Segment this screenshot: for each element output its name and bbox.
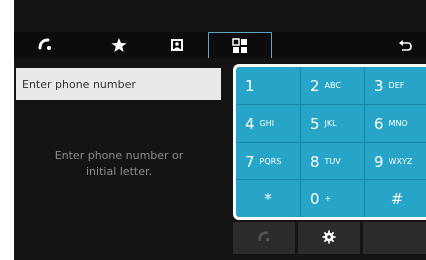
phone-number-input-field[interactable] [16,68,221,100]
keypad-grid-icon [232,37,248,54]
key-6[interactable]: 6 MNO [365,105,426,142]
call-handset-icon [257,229,271,248]
phone-screen: Enter phone number or initial letter. 1 … [14,0,426,260]
back-button[interactable] [390,32,420,58]
key-5[interactable]: 5 JKL [301,105,365,142]
key-9[interactable]: 9 WXYZ [365,143,426,180]
key-0[interactable]: 0 + [301,180,365,217]
key-4[interactable]: 4 GHI [236,105,300,142]
settings-button[interactable] [298,222,360,254]
tab-recent-calls[interactable] [30,32,60,58]
tab-contacts[interactable] [162,32,192,58]
contacts-book-icon [169,37,185,53]
back-arrow-icon [397,38,413,52]
key-1[interactable]: 1 [236,67,300,104]
hint-line-1: Enter phone number or [54,149,184,162]
tab-bar [14,32,426,58]
tab-favorites[interactable] [104,32,134,58]
bottom-action-bar [233,222,426,260]
handset-icon [37,37,53,53]
key-star[interactable]: * [236,180,300,217]
gear-icon [322,229,336,248]
hint-line-2: initial letter. [86,165,152,178]
status-bar [14,0,426,32]
key-8[interactable]: 8 TUV [301,143,365,180]
extra-button[interactable] [363,222,426,254]
tab-keypad[interactable] [208,32,272,58]
key-7[interactable]: 7 PQRS [236,143,300,180]
phone-number-input[interactable] [16,68,221,100]
key-hash[interactable]: # [365,180,426,217]
star-icon [111,37,127,53]
search-hint: Enter phone number or initial letter. [14,148,224,180]
dial-keypad: 1 2 ABC 3 DEF 4 GHI 5 JKL 6 MNO 7 PQRS 8 TUV 9W… [233,64,426,220]
key-2[interactable]: 2 ABC [301,67,365,104]
call-button[interactable] [233,222,295,254]
key-3[interactable]: 3 DEF [365,67,426,104]
